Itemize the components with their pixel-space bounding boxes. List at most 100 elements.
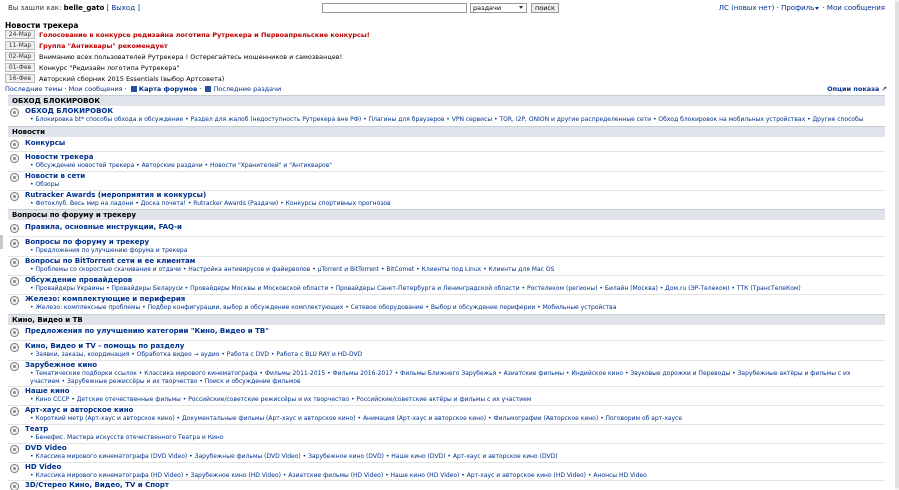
forum-link[interactable]: Зарубежное кино (25, 361, 97, 369)
forum-link[interactable]: Конкурсы (25, 139, 65, 147)
forum-row: ОБХОД БЛОКИРОВОК • Блокировка bt* способ… (8, 106, 885, 126)
news-link[interactable]: Группа "Антиквары" рекомендует (39, 42, 168, 50)
news-link[interactable]: Голосование в конкурсе редизайна логотип… (39, 31, 370, 39)
profile-link[interactable]: Профиль (781, 4, 814, 12)
forum-status-icon (10, 258, 19, 267)
my-posts-link[interactable]: Мои сообщения (69, 85, 123, 93)
news-link[interactable]: Авторский сборник 2015 Essentials (выбор… (39, 75, 224, 83)
forum-status-icon (10, 154, 19, 163)
username-link[interactable]: belle_gato (64, 4, 105, 12)
category-header[interactable]: Кино, Видео и ТВ (8, 314, 885, 325)
forum-row: Предложения по улучшению категории "Кино… (8, 326, 885, 340)
forum-status-icon (10, 108, 19, 117)
forum-link[interactable]: HD Video (25, 463, 61, 471)
subforum-list[interactable]: • Короткий метр (Арт-хаус и авторское ки… (30, 415, 882, 423)
logout-link[interactable]: [ Выход ] (107, 4, 141, 12)
forum-status-icon (10, 296, 19, 305)
forum-status-icon (10, 464, 19, 473)
subforum-list[interactable]: • Кино СССР • Детские отечественные филь… (30, 396, 882, 404)
search-scope-value: раздачи (473, 4, 502, 12)
forum-row: Вопросы по форуму и трекеру • Предложени… (8, 237, 885, 256)
scrollbar-thumb[interactable] (895, 2, 899, 488)
forum-status-icon (10, 426, 19, 435)
forum-link[interactable]: Кино, Видео и TV - помощь по разделу (25, 342, 184, 350)
forum-status-icon (10, 445, 19, 454)
forum-row: Rutracker Awards (мероприятия и конкурсы… (8, 190, 885, 209)
forum-row: Конкурсы (8, 138, 885, 152)
subforum-list[interactable]: • Тематические подборки ссылок • Классик… (30, 370, 882, 386)
forum-link[interactable]: Новости трекера (25, 153, 94, 161)
my-messages-link[interactable]: Мои сообщения (827, 4, 885, 12)
forum-status-icon (10, 277, 19, 286)
pm-link[interactable]: ЛС (новых нет) (719, 4, 775, 12)
forum-link[interactable]: Вопросы по BitTorrent сети и ее клиентам (25, 257, 195, 265)
forum-status-icon (10, 224, 19, 233)
search-scope-select[interactable]: раздачи (470, 3, 527, 13)
forum-row: Правила, основные инструкции, FAQ-и (8, 222, 885, 236)
forum-row: HD Video • Классика мирового кинематогра… (8, 462, 885, 481)
feed-icon (205, 86, 212, 92)
subforum-list[interactable]: • Проблемы со скоростью скачивания и отд… (30, 266, 882, 274)
subforum-list[interactable]: • Предложения по улучшению форума и трек… (30, 247, 882, 255)
news-list: 24-Мар Голосование в конкурсе редизайна … (5, 29, 370, 84)
news-link[interactable]: Конкурс "Редизайн логотипа Рутрекера" (39, 64, 180, 72)
forum-link[interactable]: Предложения по улучшению категории "Кино… (25, 327, 269, 335)
forum-link[interactable]: Арт-хаус и авторское кино (25, 406, 133, 414)
forum-link[interactable]: Новости в сети (25, 172, 85, 180)
news-item: 01-Фев Конкурс "Редизайн логотипа Рутрек… (5, 62, 370, 73)
subforum-list[interactable]: • Провайдеры Украины • Провайдеры Белару… (30, 285, 882, 293)
forum-row: Обсуждение провайдеров • Провайдеры Укра… (8, 275, 885, 294)
forum-status-icon (10, 362, 19, 371)
chevron-down-icon (519, 6, 523, 9)
forum-link[interactable]: Наше кино (25, 387, 70, 395)
display-options-link[interactable]: Опции показа ↗ (827, 85, 887, 93)
subforum-list[interactable]: • Блокировка bt* способы обхода и обсужд… (30, 116, 882, 124)
forum-link[interactable]: Правила, основные инструкции, FAQ-и (25, 223, 182, 231)
category-header[interactable]: ОБХОД БЛОКИРОВОК (8, 95, 885, 106)
forum-link[interactable]: ОБХОД БЛОКИРОВОК (25, 107, 113, 115)
forum-row: Железо: комплектующие и периферия • Желе… (8, 294, 885, 313)
vertical-scrollbar[interactable] (895, 0, 899, 490)
forum-status-icon (10, 192, 19, 201)
chevron-down-icon[interactable] (815, 6, 820, 10)
display-options-label: Опции показа (827, 85, 880, 93)
news-date: 01-Фев (5, 63, 35, 72)
search-button[interactable]: поиск (531, 3, 559, 13)
subforum-list[interactable]: • Бенефис. Мастера искусств отечественно… (30, 434, 882, 442)
news-item: 02-Мар Вниманию всех пользователей Рутре… (5, 51, 370, 62)
forum-row: DVD Video • Классика мирового кинематогр… (8, 443, 885, 462)
category-header[interactable]: Новости (8, 126, 885, 137)
forum-row: Новости в сети • Обзоры (8, 171, 885, 190)
forum-link[interactable]: Rutracker Awards (мероприятия и конкурсы… (25, 191, 206, 199)
subforum-list[interactable]: • Фотоклуб. Весь мир на ладони • Доска п… (30, 200, 882, 208)
forum-link[interactable]: Обсуждение провайдеров (25, 276, 132, 284)
subforum-list[interactable]: • Классика мирового кинематографа (HD Vi… (30, 472, 882, 480)
news-date: 24-Мар (5, 30, 35, 39)
user-links: ЛС (новых нет) · Профиль · Мои сообщения (719, 4, 885, 12)
search-input[interactable] (322, 3, 467, 13)
forum-row: Зарубежное кино • Тематические подборки … (8, 360, 885, 386)
forum-map-link[interactable]: Карта форумов (139, 85, 197, 93)
news-item: 11-Мар Группа "Антиквары" рекомендует (5, 40, 370, 51)
subforum-list[interactable]: • Классика мирового кинематографа (DVD V… (30, 453, 882, 461)
forum-row: 3D/Стерео Кино, Видео, TV и Спорт (8, 480, 885, 490)
forum-status-icon (10, 343, 19, 352)
forum-status-icon (10, 173, 19, 182)
forum-link[interactable]: Железо: комплектующие и периферия (25, 295, 185, 303)
forum-link[interactable]: 3D/Стерео Кино, Видео, TV и Спорт (25, 481, 169, 489)
login-info: Вы зашли как: belle_gato [ Выход ] (8, 4, 140, 12)
subforum-list[interactable]: • Обсуждение новостей трекера • Авторски… (30, 162, 882, 170)
category-header[interactable]: Вопросы по форуму и трекеру (8, 209, 885, 220)
side-collapse-handle[interactable] (0, 235, 3, 249)
subforum-list[interactable]: • Железо: комплексные проблемы • Подбор … (30, 304, 882, 312)
news-link[interactable]: Вниманию всех пользователей Рутрекера ! … (39, 53, 342, 61)
forum-link[interactable]: Театр (25, 425, 48, 433)
subforum-list[interactable]: • Обзоры (30, 181, 882, 189)
subforum-list[interactable]: • Заявки, заказы, координация • Обработк… (30, 351, 882, 359)
separator: · (776, 4, 779, 12)
forum-link[interactable]: DVD Video (25, 444, 67, 452)
separator: · (822, 4, 825, 12)
latest-torrents-link[interactable]: Последние раздачи (213, 85, 281, 93)
forum-link[interactable]: Вопросы по форуму и трекеру (25, 238, 149, 246)
latest-topics-link[interactable]: Последние темы (5, 85, 62, 93)
